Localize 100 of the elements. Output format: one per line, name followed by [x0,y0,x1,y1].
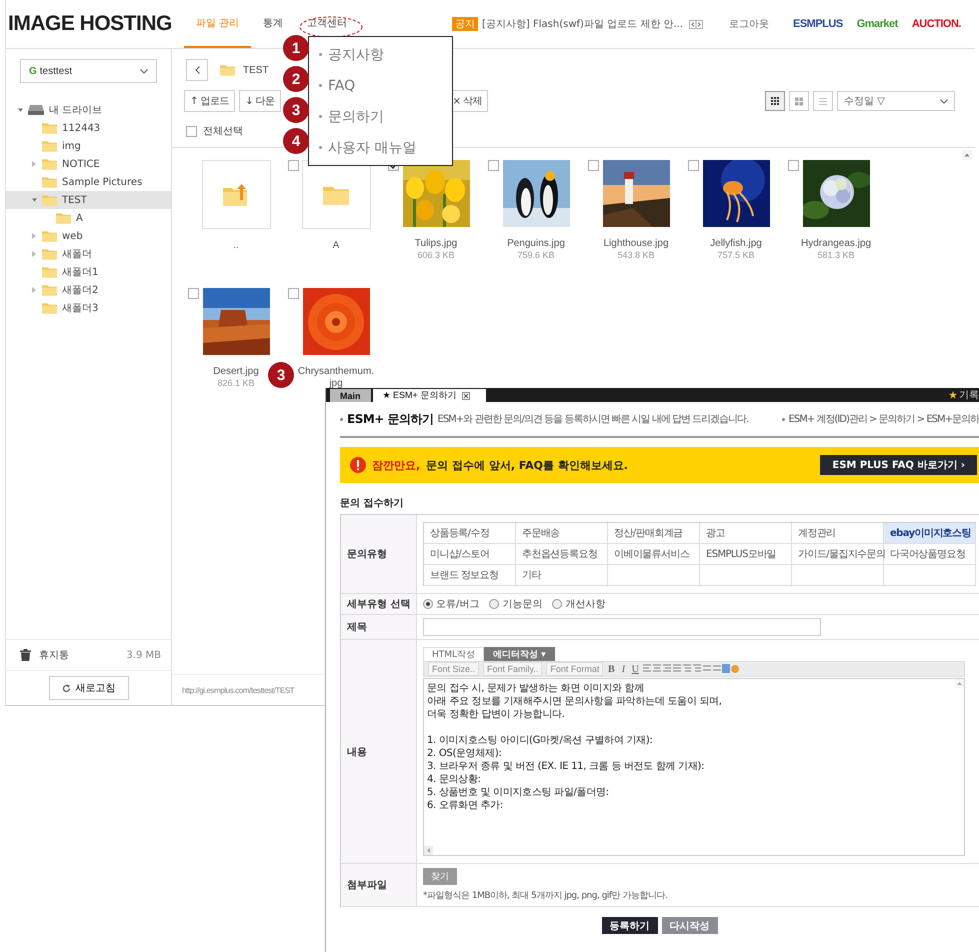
format-button[interactable]: B [607,664,616,674]
trash-row[interactable]: 휴지통 3.9 MB [6,639,171,670]
type-option[interactable]: 다국어상품명요청 [884,544,976,565]
partner-logo[interactable]: AUCTION. [912,18,961,30]
list-icon [819,96,827,106]
file-size: 543.8 KB [617,250,655,261]
tree-item[interactable]: 새폴더2 [6,281,171,299]
type-option[interactable]: 가이드/물집지수문의 [792,544,884,565]
chevron-icon [940,98,948,104]
grid-icon [795,96,803,106]
type-option[interactable]: 브랜드 정보요청 [424,565,516,586]
step-marker: 4 [283,128,309,154]
format-button[interactable]: U [631,664,640,674]
field-label: 제목 [341,615,417,640]
editor-area[interactable]: 문의 접수 시, 문제가 발생하는 화면 이미지와 함께 아래 주요 정보를 기재해주시면 문의사항을 파악하는데 도움이 되며, 더욱 정확한 답변이 가능합니다. 1. 이미지호스팅 아이디(G마켓/옥션 구별하여 기재): 2. OS(운영체제): 3. 브라우저 종류 및 버전 (EX. IE 11, 크롬 등 버전도 함께 기재): 4. 문의상황: 5. 상품번호 및 이미지호스팅 파일/폴더명: 6. 오류화면 추가: [423,678,965,856]
folder-icon [42,302,57,314]
caret-right-icon[interactable] [32,287,37,293]
tree-item[interactable]: TEST [6,191,171,209]
type-option[interactable]: 미니샵/스토어 [424,544,516,565]
radio-option[interactable]: 오류/버그 [423,597,480,611]
radio[interactable] [552,599,562,609]
field-label: 문의유형 [341,515,417,594]
folder-icon [220,64,235,76]
caret-right-icon[interactable] [32,233,37,239]
logout-link[interactable]: 로그아웃 [723,16,775,32]
tree-item[interactable]: img [6,137,171,155]
tree-item[interactable]: 새폴더1 [6,263,171,281]
checkbox[interactable] [288,160,299,171]
tree-item[interactable]: 새폴더 [6,245,171,263]
radio[interactable] [423,599,433,609]
history-link[interactable]: 기록 [959,388,979,402]
form-button[interactable]: 등록하기 [602,917,658,934]
tree-item[interactable]: 112443 [6,119,171,137]
partner-logo[interactable]: ESMPLUS [793,18,843,30]
sort-select[interactable]: 수정일 ▽ [837,91,955,111]
caret-right-icon[interactable] [32,251,37,257]
radio[interactable] [489,599,500,609]
banner-message: 문의 접수에 앞서, FAQ를 확인해보세요. [426,458,629,472]
caret-down-icon[interactable] [18,108,23,112]
toolbar-button[interactable]: ↑ 업로드 [184,90,236,112]
logo: IMAGE HOSTING [7,12,173,36]
radio-option[interactable]: 기능문의 [489,597,542,611]
close-icon[interactable] [462,392,470,400]
menu-item[interactable]: 공지사항 [309,39,452,70]
type-option[interactable]: 정산/판매회계금 [608,523,700,544]
tree-item[interactable]: NOTICE [6,155,171,173]
account-select[interactable]: G testtest [20,59,157,83]
checkbox[interactable] [288,288,299,299]
folder-path: TEST [243,64,269,76]
tree-item[interactable]: web [6,227,171,245]
star-icon [949,391,957,399]
file-name: Tulips.jpg [414,238,458,250]
checkbox[interactable] [788,160,799,171]
window-tab[interactable]: Main [330,389,371,402]
checkbox[interactable] [186,126,197,136]
toolbar-button[interactable]: ↓ 다운 [239,90,281,112]
subject-field[interactable] [423,618,821,636]
type-option[interactable]: ESMPLUS모바일 [700,544,792,565]
highlight-ellipse [299,16,363,38]
step-marker: 3 [283,97,309,123]
tree-item[interactable]: 내 드라이브 [6,101,171,119]
tree-item[interactable]: A [6,209,171,227]
type-option[interactable]: 이베이물류서비스 [608,544,700,565]
file-size: 826.1 KB [217,378,255,389]
radio-option[interactable]: 개선사항 [552,597,606,611]
window-tab[interactable]: ★ ESM+ 문의하기 [372,389,486,402]
pager-icon[interactable] [689,20,703,28]
view-button[interactable] [765,91,785,111]
folder-icon [42,140,57,152]
type-option[interactable]: 상품등록/수정 [424,523,516,544]
folder-icon [42,230,57,242]
type-option[interactable]: 추천옵션등록요청 [516,544,608,565]
type-option[interactable]: 주문배송 [516,523,608,544]
file-name: Desert.jpg [212,366,260,378]
faq-button[interactable]: ESM PLUS FAQ 바로가기 › [820,455,977,475]
caret-right-icon[interactable] [32,161,37,167]
back-button[interactable] [186,59,208,81]
file-name: Chrysanthemum.jpg [297,366,375,390]
type-option[interactable]: 기타 [516,565,608,586]
checkbox[interactable] [188,288,199,299]
back-icon [194,66,200,74]
file-size: 581.3 KB [817,250,855,261]
editor-tab[interactable]: HTML작성 [423,647,484,661]
sort-value: 수정일 ▽ [844,95,885,108]
checkbox[interactable] [588,160,599,171]
formatting-icons[interactable] [643,664,740,674]
drive-icon [28,105,44,115]
folder-icon [323,184,349,204]
refresh-button[interactable]: 새로고침 [48,676,128,700]
type-option[interactable]: 광고 [700,523,792,544]
partner-logo[interactable]: Gmarket [856,18,898,30]
menu-item[interactable]: 사용자 매뉴얼 [309,132,452,163]
caret-down-icon[interactable] [32,198,37,202]
tree-item[interactable]: Sample Pictures [6,173,171,191]
checkbox[interactable] [488,160,499,171]
editor-tab[interactable]: 에디터작성 ▾ [484,647,555,661]
type-option[interactable]: ebay이미지호스팅 [884,523,976,544]
checkbox[interactable] [688,160,699,171]
tree-item[interactable]: 새폴더3 [6,299,171,317]
format-button[interactable]: I [619,664,628,674]
